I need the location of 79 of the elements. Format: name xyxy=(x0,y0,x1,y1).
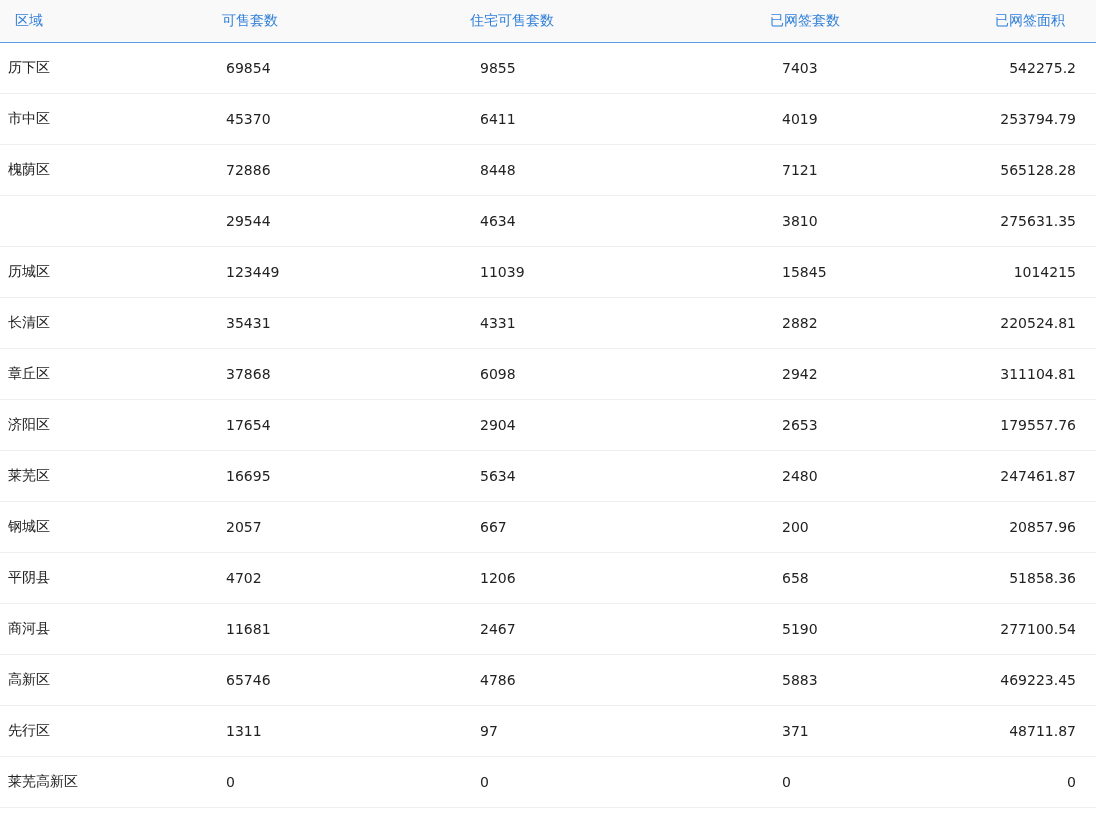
table-cell: 275631.35 xyxy=(1000,213,1076,229)
table-cell: 11039 xyxy=(480,264,525,280)
table-cell: 历城区 xyxy=(8,263,50,279)
table-cell: 4634 xyxy=(480,213,516,229)
table-cell: 29544 xyxy=(226,213,271,229)
table-cell: 2882 xyxy=(782,315,818,331)
table-cell: 542275.2 xyxy=(1009,60,1076,76)
table-cell: 莱芜区 xyxy=(8,467,50,483)
table-cell: 历下区 xyxy=(8,59,50,75)
table-cell: 667 xyxy=(480,519,507,535)
table-cell: 179557.76 xyxy=(1000,417,1076,433)
table-cell: 平阴县 xyxy=(8,569,50,585)
table-cell: 1311 xyxy=(226,723,262,739)
table-cell: 长清区 xyxy=(8,314,50,330)
table-cell: 469223.45 xyxy=(1000,672,1076,688)
table-cell: 1014215 xyxy=(1013,264,1076,280)
table-cell: 72886 xyxy=(226,162,271,178)
table-cell: 69854 xyxy=(226,60,271,76)
table-cell: 51858.36 xyxy=(1009,570,1076,586)
table-cell: 高新区 xyxy=(8,671,50,687)
table-cell: 97 xyxy=(480,723,498,739)
table-cell: 37868 xyxy=(226,366,271,382)
table-cell: 0 xyxy=(226,774,235,790)
table-cell: 253794.79 xyxy=(1000,111,1076,127)
table-cell: 市中区 xyxy=(8,110,50,126)
table-cell: 4331 xyxy=(480,315,516,331)
table-cell: 3810 xyxy=(782,213,818,229)
table-cell: 123449 xyxy=(226,264,280,280)
table-cell: 2904 xyxy=(480,417,516,433)
table-cell: 5883 xyxy=(782,672,818,688)
table-cell: 277100.54 xyxy=(1000,621,1076,637)
table-cell: 200 xyxy=(782,519,809,535)
table-cell: 0 xyxy=(1067,774,1076,790)
table-cell: 658 xyxy=(782,570,809,586)
table-cell: 槐荫区 xyxy=(8,161,50,177)
table-cell: 章丘区 xyxy=(8,365,50,381)
column-header: 已网签套数 xyxy=(770,12,840,30)
table-cell: 2653 xyxy=(782,417,818,433)
table-cell: 6098 xyxy=(480,366,516,382)
table-cell: 4786 xyxy=(480,672,516,688)
table-cell: 6411 xyxy=(480,111,516,127)
table-cell: 5190 xyxy=(782,621,818,637)
table-cell: 15845 xyxy=(782,264,827,280)
table-cell: 9855 xyxy=(480,60,516,76)
column-header: 住宅可售套数 xyxy=(470,12,554,30)
table-cell: 2480 xyxy=(782,468,818,484)
table-cell: 35431 xyxy=(226,315,271,331)
table-cell: 7403 xyxy=(782,60,818,76)
table-cell: 247461.87 xyxy=(1000,468,1076,484)
column-header: 可售套数 xyxy=(222,12,278,30)
table-cell: 0 xyxy=(480,774,489,790)
table-cell: 65746 xyxy=(226,672,271,688)
table-cell: 220524.81 xyxy=(1000,315,1076,331)
table-cell: 钢城区 xyxy=(8,518,50,534)
table-cell: 16695 xyxy=(226,468,271,484)
table-cell: 7121 xyxy=(782,162,818,178)
table-cell: 2942 xyxy=(782,366,818,382)
table-cell: 5634 xyxy=(480,468,516,484)
table-cell: 565128.28 xyxy=(1000,162,1076,178)
table-cell: 4019 xyxy=(782,111,818,127)
table-cell: 311104.81 xyxy=(1000,366,1076,382)
table-cell: 20857.96 xyxy=(1009,519,1076,535)
table-cell: 48711.87 xyxy=(1009,723,1076,739)
table-cell: 371 xyxy=(782,723,809,739)
table-cell: 8448 xyxy=(480,162,516,178)
table-cell: 济阳区 xyxy=(8,416,50,432)
table-cell: 2467 xyxy=(480,621,516,637)
table-cell: 1206 xyxy=(480,570,516,586)
table-cell: 先行区 xyxy=(8,722,50,738)
table-cell: 商河县 xyxy=(8,620,50,636)
table-cell: 11681 xyxy=(226,621,271,637)
table-cell: 2057 xyxy=(226,519,262,535)
table-cell: 莱芜高新区 xyxy=(8,773,78,789)
table-cell: 0 xyxy=(782,774,791,790)
column-header: 区域 xyxy=(15,12,43,30)
column-header: 已网签面积 xyxy=(995,12,1065,30)
table-cell: 17654 xyxy=(226,417,271,433)
table-cell: 4702 xyxy=(226,570,262,586)
table-cell: 45370 xyxy=(226,111,271,127)
